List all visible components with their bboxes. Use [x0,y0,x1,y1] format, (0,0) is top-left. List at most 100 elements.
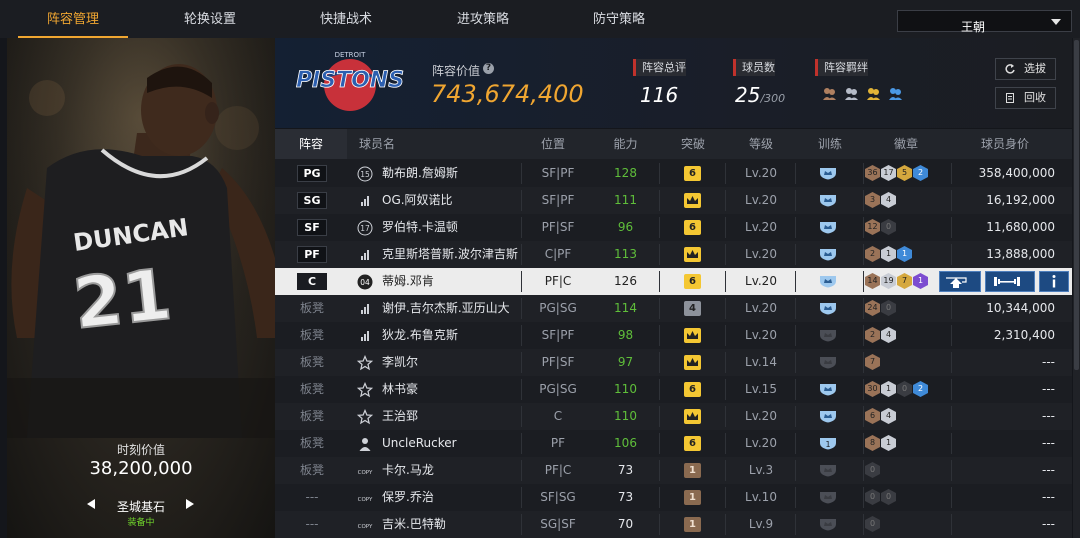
info-button[interactable] [1039,271,1069,292]
player-position: PF|C [544,463,572,477]
player-level: Lv.14 [745,355,777,369]
player-level: Lv.20 [745,193,777,207]
divider [863,190,864,211]
help-icon[interactable]: ? [483,63,494,74]
table-row[interactable]: --- COPY 保罗.乔治 SF|SG 73 1 Lv.10 0 0 --- [275,484,1072,511]
table-row[interactable]: --- COPY 吉米.巴特勒 SG|SF 70 1 Lv.9 0 --- [275,511,1072,538]
divider [521,244,522,265]
bond-icon-blue[interactable] [887,85,904,102]
badge-list: 24 0 [865,300,897,317]
table-row[interactable]: 板凳 林书豪 PG|SG 110 6 Lv.15 30 1 0 2 --- [275,376,1072,403]
table-row[interactable]: PF 克里斯塔普斯.波尔津吉斯 C|PF 113 Lv.20 2 1 1 13,888,000 [275,241,1072,268]
divider [863,379,864,400]
table-row[interactable]: SF 17 罗伯特.卡温顿 PF|SF 96 6 Lv.20 12 0 11,680,000 [275,214,1072,241]
badge-hexagon: 0 [865,516,880,532]
player-value: --- [1042,517,1055,531]
table-row[interactable]: 板凳 王治郅 C 110 Lv.20 6 4 --- [275,403,1072,430]
slot-badge: PG [297,165,327,182]
player-position: C|PF [544,247,572,261]
scout-button[interactable]: 选拔 [995,58,1056,80]
jersey-number-icon: 15 [357,166,373,182]
player-name: 林书豪 [382,382,419,396]
player-value: 358,400,000 [978,166,1055,180]
slot-label: 板凳 [299,463,324,477]
table-row[interactable]: PG 15 勒布朗.詹姆斯 SF|PF 128 6 Lv.20 36 17 5 2 358,400,0… [275,160,1072,187]
table-row[interactable]: 板凳 狄龙.布鲁克斯 SF|PF 98 Lv.20 2 4 2,310,400 [275,322,1072,349]
table-scrollbar-thumb[interactable] [1074,40,1079,370]
breakthrough-badge: 6 [684,436,701,451]
col-header-breakthrough: 突破 [680,137,705,151]
recycle-button[interactable]: 回收 [995,87,1056,109]
player-value: 10,344,000 [986,301,1055,315]
next-card-arrow[interactable] [186,499,194,509]
training-button[interactable] [985,271,1035,292]
team-dropdown[interactable]: 王朝 [897,10,1072,34]
badge-hexagon: 2 [865,246,880,262]
table-row[interactable]: 板凳 UncleRucker PF 106 6 Lv.20 1 8 1 --- [275,430,1072,457]
svg-text:1: 1 [825,440,830,449]
player-position: PG|SG [539,301,577,315]
player-value: 16,192,000 [986,193,1055,207]
breakthrough-badge: 1 [684,463,701,478]
player-level: Lv.20 [745,220,777,234]
training-shield-icon [820,303,836,315]
promote-button[interactable] [939,271,981,292]
table-row[interactable]: 板凳 谢伊.吉尔杰斯.亚历山大 PG|SG 114 4 Lv.20 24 0 10,344,00… [275,295,1072,322]
tab-defense-strategy[interactable]: 防守策略 [564,0,674,38]
divider [521,379,522,400]
bond-icon-gold[interactable] [865,85,882,102]
training-shield-icon [820,330,836,342]
badge-list: 14 19 7 1 [865,273,929,290]
badge-list: 00 [865,489,897,506]
player-position: SF|SG [540,490,576,504]
breakthrough-crown-icon [684,409,701,424]
divider [659,217,660,238]
table-row[interactable]: C 04 蒂姆.邓肯 PF|C 126 6 Lv.20 14 19 7 1 [275,268,1072,295]
col-header-name: 球员名 [358,137,395,151]
player-name: UncleRucker [382,436,457,450]
divider [951,217,952,238]
divider [659,298,660,319]
divider [795,460,796,481]
training-shield-icon [820,384,836,396]
training-shield-icon [820,519,836,531]
divider [659,514,660,535]
badge-hexagon: 0 [881,300,896,316]
col-header-slot[interactable]: 阵容 [275,129,347,159]
divider [659,352,660,373]
divider [951,163,952,184]
table-row[interactable]: 板凳 李凯尔 PF|SF 97 Lv.14 7 --- [275,349,1072,376]
bond-icon-bronze[interactable] [821,85,838,102]
tab-offense-strategy[interactable]: 进攻策略 [428,0,538,38]
training-shield-icon [820,195,836,207]
table-row[interactable]: SG OG.阿奴诺比 SF|PF 111 Lv.20 3 4 16,192,000 [275,187,1072,214]
divider [521,433,522,454]
player-position: PF|SF [541,220,575,234]
breakthrough-crown-icon [684,328,701,343]
bond-icon-silver[interactable] [843,85,860,102]
badge-hexagon: 2 [913,381,928,397]
col-header-level: 等级 [748,137,773,151]
player-ability: 126 [614,274,637,288]
player-name: OG.阿奴诺比 [382,193,453,207]
slot-badge: SF [297,219,327,236]
player-value: 2,310,400 [993,328,1055,342]
player-value: --- [1042,436,1055,450]
svg-text:04: 04 [360,278,370,287]
tab-lineup-management[interactable]: 阵容管理 [18,0,128,38]
player-position: PF|C [544,274,572,288]
player-ability: 110 [614,409,637,423]
divider [951,433,952,454]
overall-rating-label: 阵容总评 [633,59,686,76]
chevron-down-icon [1051,19,1061,25]
tab-rotation-settings[interactable]: 轮换设置 [155,0,265,38]
badge-hexagon: 14 [865,273,880,289]
card-name: 圣城基石 [116,500,165,514]
player-count-value: 25 [735,83,761,107]
tab-quick-tactics[interactable]: 快捷战术 [291,0,401,38]
table-header: 阵容 球员名 位置 能力 突破 等级 训练 徽章 球员身价 [275,129,1072,159]
slot-badge: SG [297,192,327,209]
recycle-button-label: 回收 [1024,91,1046,104]
table-row[interactable]: 板凳 COPY 卡尔.马龙 PF|C 73 1 Lv.3 0 --- [275,457,1072,484]
divider [863,217,864,238]
